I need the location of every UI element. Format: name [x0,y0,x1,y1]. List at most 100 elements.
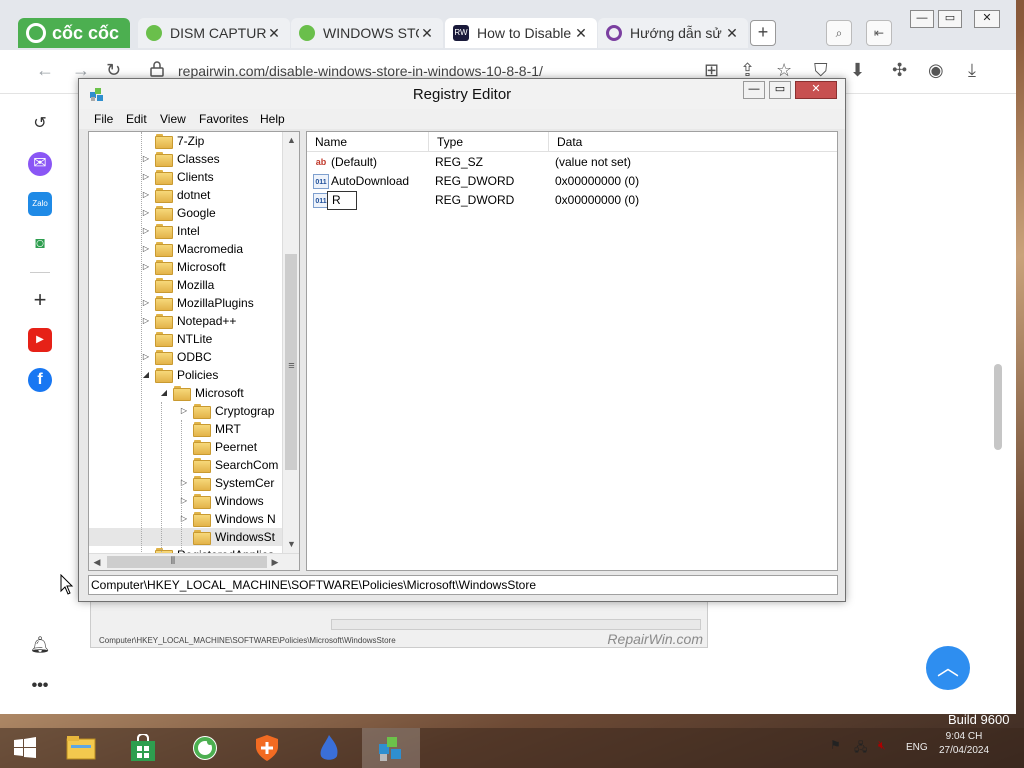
network-icon[interactable]: 🖧︎ [854,738,867,759]
expand-arrow-icon[interactable]: ▷ [141,222,151,240]
scroll-to-top-button[interactable]: ︿ [926,646,970,690]
more-options-icon[interactable]: ••• [28,674,52,698]
registry-values-list[interactable]: Name Type Data ab (Default) REG_SZ (valu… [306,131,838,571]
messenger-icon[interactable]: ✉ [28,152,52,176]
expand-arrow-icon[interactable]: ▷ [141,294,151,312]
value-row[interactable]: 011 AutoDownload REG_DWORD 0x00000000 (0… [307,172,837,191]
new-tab-button[interactable]: + [750,20,776,46]
tree-node[interactable]: Mozilla [89,276,285,294]
tree-node[interactable]: ▷ Windows N [89,510,285,528]
tree-node[interactable]: ▷ Microsoft [89,258,285,276]
tab-search-icon[interactable]: ⌕ [826,20,852,46]
add-icon[interactable]: + [28,288,52,312]
value-row[interactable]: 011 R REG_DWORD 0x00000000 (0) [307,191,837,210]
action-center-flag-icon[interactable]: ⚑ [830,738,841,752]
expand-arrow-icon[interactable]: ▷ [141,348,151,366]
page-scrollbar[interactable] [994,364,1002,450]
extensions-icon[interactable]: ✣ [892,60,907,81]
tree-vertical-scrollbar[interactable]: ▲ ≡ ▼ [282,132,299,554]
tree-node[interactable]: Peernet [89,438,285,456]
scroll-left-icon[interactable]: ◀ [89,554,105,570]
tab-dism-capture[interactable]: DISM CAPTURE ✕ [138,18,290,48]
rename-value-input[interactable]: R [327,191,357,210]
tree-node[interactable]: NTLite [89,330,285,348]
tree-node[interactable]: ▷ MozillaPlugins [89,294,285,312]
tree-node[interactable]: ▷ Cryptograp [89,402,285,420]
tab-close-icon[interactable]: ✕ [573,25,589,42]
column-name[interactable]: Name [307,132,429,152]
menu-favorites[interactable]: Favorites [199,112,248,126]
reg-maximize-button[interactable]: ▭ [769,81,791,99]
tree-node[interactable]: ▷ Macromedia [89,240,285,258]
download-arrow-icon[interactable]: ⬇ [850,60,865,81]
tree-node[interactable]: ▷ SystemCer [89,474,285,492]
tree-node[interactable]: ▷ Classes [89,150,285,168]
game-controller-icon[interactable]: ◙ [28,232,52,256]
scroll-up-icon[interactable]: ▲ [283,132,299,148]
tree-node[interactable]: MRT [89,420,285,438]
taskbar-setup-tool[interactable] [300,728,358,768]
facebook-icon[interactable]: f [28,368,52,392]
language-indicator[interactable]: ENG [906,742,928,753]
expand-arrow-icon[interactable]: ▷ [141,258,151,276]
history-icon[interactable]: ↺ [28,112,52,136]
downloads-icon[interactable]: ⤓ [968,60,976,81]
notification-bell-icon[interactable]: 🔔︎ [28,634,52,658]
tab-close-icon[interactable]: ✕ [419,25,435,42]
sidebar-toggle-icon[interactable]: ⇤ [866,20,892,46]
tab-how-to-disable[interactable]: RW How to Disable ✕ [445,18,597,48]
tree-node[interactable]: ▷ Google [89,204,285,222]
profile-icon[interactable]: ◉ [928,60,944,81]
expand-arrow-icon[interactable]: ▷ [141,150,151,168]
collapse-arrow-icon[interactable]: ◢ [159,384,169,402]
expand-arrow-icon[interactable]: ▷ [141,168,151,186]
expand-arrow-icon[interactable]: ▷ [179,402,189,420]
reg-close-button[interactable]: ✕ [795,81,837,99]
column-data[interactable]: Data [549,132,837,152]
tree-node[interactable]: ▷ Notepad++ [89,312,285,330]
menu-view[interactable]: View [160,112,186,126]
tab-close-icon[interactable]: ✕ [266,25,282,42]
url-text[interactable]: repairwin.com/disable-windows-store-in-w… [178,63,543,79]
taskbar-security[interactable] [238,728,296,768]
tree-node[interactable]: ▷ Intel [89,222,285,240]
registry-key-tree[interactable]: 7-Zip ▷ Classes ▷ Clients ▷ dotnet ▷ Google ▷ Inte… [88,131,300,571]
expand-arrow-icon[interactable]: ▷ [141,186,151,204]
back-icon[interactable]: ← [36,60,54,81]
column-type[interactable]: Type [429,132,549,152]
browser-maximize-button[interactable]: ▭ [938,10,962,28]
tree-node[interactable]: ◢ Policies [89,366,285,384]
value-row[interactable]: ab (Default) REG_SZ (value not set) [307,153,837,172]
tree-node[interactable]: ▷ dotnet [89,186,285,204]
system-clock[interactable]: 9:04 CH 27/04/2024 [934,730,994,758]
tab-close-icon[interactable]: ✕ [724,25,740,42]
taskbar-file-explorer[interactable] [52,728,110,768]
reg-minimize-button[interactable]: — [743,81,765,99]
expand-arrow-icon[interactable]: ▷ [141,204,151,222]
lock-icon[interactable] [150,61,164,77]
tab-windows-store[interactable]: WINDOWS STORE ✕ [291,18,443,48]
expand-arrow-icon[interactable]: ▷ [141,240,151,258]
tree-node[interactable]: 7-Zip [89,132,285,150]
youtube-icon[interactable]: ▶ [28,328,52,352]
tree-node[interactable]: ▷ ODBC [89,348,285,366]
menu-edit[interactable]: Edit [126,112,147,126]
tree-node[interactable]: ▷ Clients [89,168,285,186]
tree-node[interactable]: ▷ Windows [89,492,285,510]
expand-arrow-icon[interactable]: ▷ [141,312,151,330]
scroll-right-icon[interactable]: ▶ [267,554,283,570]
taskbar-registry-editor[interactable] [362,728,420,768]
taskbar-store[interactable] [114,728,172,768]
tab-huong-dan[interactable]: Hướng dẫn sử ✕ [598,18,748,48]
volume-muted-icon[interactable]: 🔇︎ [878,738,886,753]
menu-file[interactable]: File [94,112,113,126]
tree-hscroll-thumb[interactable] [107,556,267,568]
browser-close-button[interactable]: ✕ [974,10,1000,28]
scroll-down-icon[interactable]: ▼ [283,536,299,552]
coc-coc-brand[interactable]: cốc cốc [18,18,130,48]
collapse-arrow-icon[interactable]: ◢ [141,366,151,384]
tree-node[interactable]: SearchCom [89,456,285,474]
menu-help[interactable]: Help [260,112,285,126]
tree-horizontal-scrollbar[interactable]: ◀ ⦀ ▶ [89,553,299,570]
tree-node[interactable]: ◢ Microsoft [89,384,285,402]
